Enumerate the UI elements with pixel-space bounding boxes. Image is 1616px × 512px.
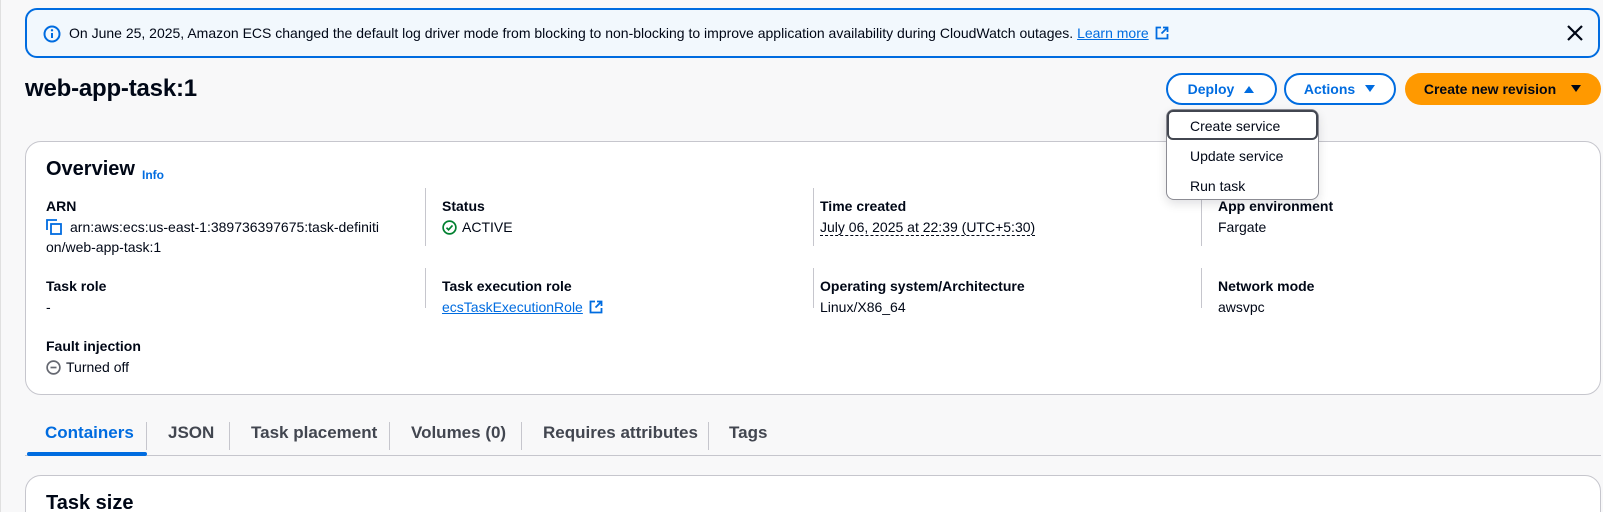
tab-separator [146,422,147,450]
column-divider [425,188,426,246]
field-label: Operating system/Architecture [820,278,1025,294]
field-label: ARN [46,198,77,214]
info-icon [43,25,61,43]
field-task-execution-role: Task execution role ecsTaskExecutionRole [442,277,603,317]
scrollbar[interactable] [1603,0,1616,512]
fault-injection-value: Turned off [66,359,130,375]
field-os-architecture: Operating system/Architecture Linux/X86_… [820,277,1025,317]
caret-down-icon[interactable] [1570,84,1582,94]
time-created-value[interactable]: July 06, 2025 at 22:39 (UTC+5:30) [820,219,1036,236]
field-fault-injection: Fault injection Turned off [46,337,141,377]
external-link-icon[interactable] [589,300,603,314]
field-value: - [46,299,51,315]
field-time-created: Time created July 06, 2025 at 22:39 (UTC… [820,197,1036,237]
check-circle-icon [442,220,457,235]
actions-button[interactable]: Actions [1284,73,1396,105]
tab-separator [389,422,390,450]
tab-containers[interactable]: Containers [45,416,134,455]
minus-circle-icon [46,360,61,375]
field-value: arn:aws:ecs:us-east-1:389736397675:task-… [46,217,406,257]
fault-injection-indicator: Turned off [46,357,141,377]
field-task-role: Task role - [46,277,106,317]
menu-item-create-service[interactable]: Create service [1167,110,1318,140]
menu-item-update-service[interactable]: Update service [1167,140,1318,170]
status-value: ACTIVE [462,219,513,235]
caret-up-icon [1244,86,1255,93]
copy-icon[interactable] [46,219,62,235]
tab-requires-attributes[interactable]: Requires attributes [543,416,698,455]
field-status: Status ACTIVE [442,197,513,237]
field-value: Linux/X86_64 [820,299,906,315]
field-label: Task role [46,278,107,294]
column-divider [813,268,814,308]
tab-separator [521,422,522,450]
status-indicator: ACTIVE [442,217,513,237]
field-app-environment: App environment Fargate [1218,197,1333,237]
create-new-revision-button[interactable]: Create new revision [1405,73,1601,105]
tab-bar: Containers JSON Task placement Volumes (… [25,416,1601,456]
caret-down-icon [1365,85,1376,92]
deploy-dropdown-menu: Create service Update service Run task [1166,109,1319,200]
tab-task-placement[interactable]: Task placement [251,416,377,455]
field-label: Status [442,198,485,214]
field-arn: ARN arn:aws:ecs:us-east-1:389736397675:t… [46,197,406,257]
page-title: web-app-task:1 [25,75,197,102]
external-link-icon[interactable] [1155,26,1169,40]
task-size-title: Task size [46,492,134,512]
arn-value-continued: on/web-app-task:1 [46,239,162,255]
actions-button-label: Actions [1303,81,1356,97]
field-label: Task execution role [442,278,572,294]
active-tab-indicator [27,452,147,456]
deploy-button-label: Deploy [1187,81,1235,97]
field-label: Network mode [1218,278,1315,294]
column-divider [813,188,814,246]
field-label: Time created [820,198,907,214]
tab-separator [229,422,230,450]
column-divider [425,268,426,308]
field-label: Fault injection [46,338,141,354]
banner-message-row: On June 25, 2025, Amazon ECS changed the… [69,10,1169,56]
create-button-label: Create new revision [1423,81,1557,97]
menu-item-run-task[interactable]: Run task [1167,170,1318,200]
tab-tags[interactable]: Tags [729,416,767,455]
close-icon[interactable] [1566,24,1584,42]
learn-more-link[interactable]: Learn more [1077,25,1149,41]
deploy-button[interactable]: Deploy [1166,73,1277,105]
overview-container: Overview Info ARN arn:aws:ecs:us-east-1:… [25,141,1601,395]
arn-value: arn:aws:ecs:us-east-1:389736397675:task-… [70,219,379,235]
task-size-container: Task size [25,475,1601,512]
tab-volumes[interactable]: Volumes (0) [411,416,506,455]
column-divider [1201,268,1202,308]
task-execution-role-link[interactable]: ecsTaskExecutionRole [442,299,583,315]
banner-message: On June 25, 2025, Amazon ECS changed the… [69,25,1074,41]
tab-json[interactable]: JSON [168,416,214,455]
info-link[interactable]: Info [142,168,164,182]
field-value: awsvpc [1218,299,1265,315]
info-flash-banner: On June 25, 2025, Amazon ECS changed the… [25,8,1600,58]
field-network-mode: Network mode awsvpc [1218,277,1314,317]
overview-title: Overview [46,158,135,180]
tab-separator [708,422,709,450]
field-value: Fargate [1218,219,1267,235]
